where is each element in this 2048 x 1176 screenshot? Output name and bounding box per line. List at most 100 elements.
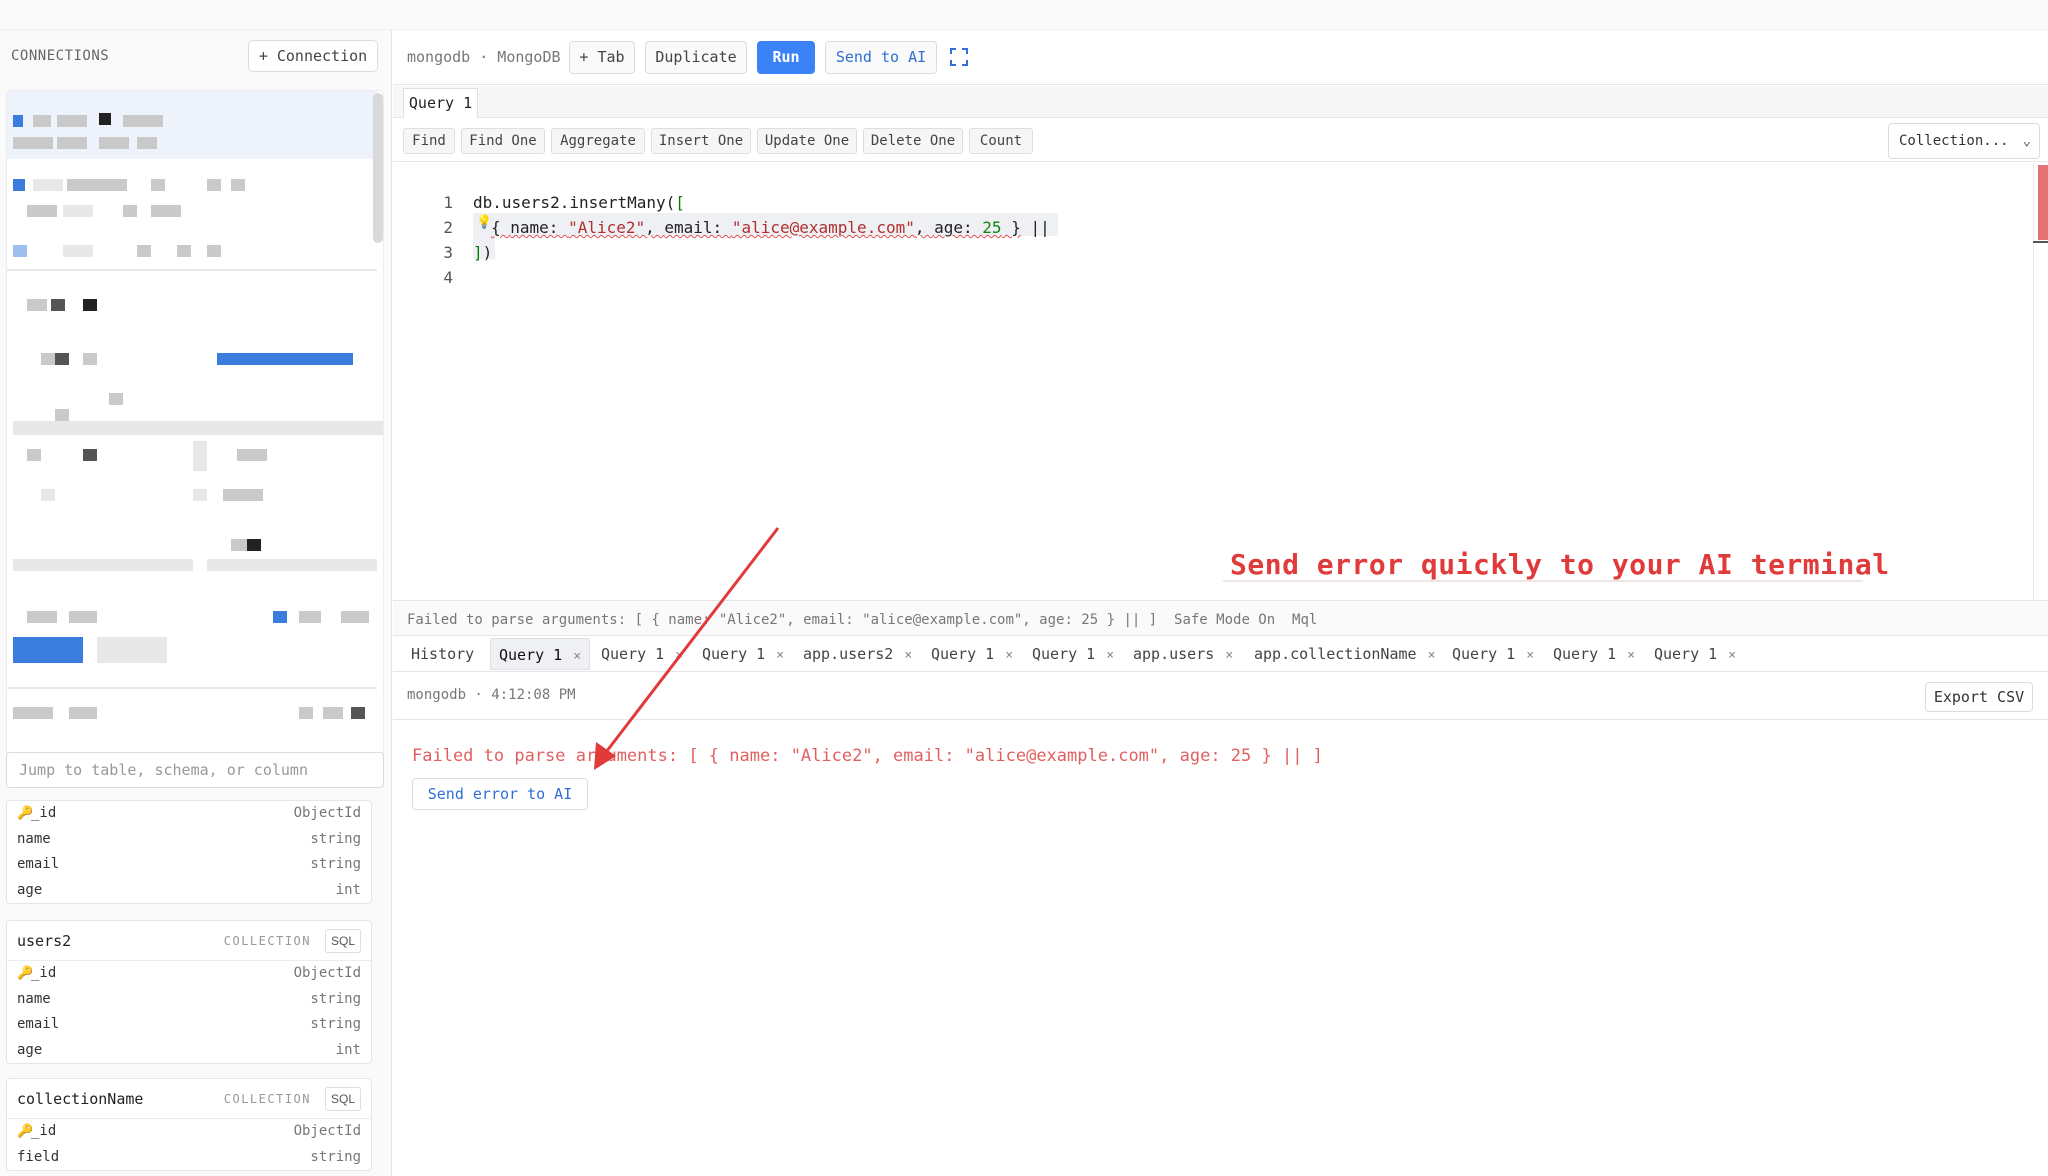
field-name: name: [17, 830, 51, 847]
field-type: int: [335, 1041, 361, 1058]
aggregate-button[interactable]: Aggregate: [551, 128, 645, 154]
result-tab-bar: History Query 1 × Query 1 × Query 1 × ap…: [393, 636, 2048, 672]
close-icon[interactable]: ×: [776, 648, 784, 663]
tab-result[interactable]: Query 1 ×: [694, 638, 792, 670]
connection-list-scrollbar[interactable]: [373, 93, 383, 243]
run-button[interactable]: Run: [757, 41, 815, 74]
duplicate-button[interactable]: Duplicate: [645, 41, 747, 74]
close-icon[interactable]: ×: [1526, 648, 1534, 663]
delete-one-button[interactable]: Delete One: [863, 128, 963, 154]
field-name: field: [17, 1148, 60, 1165]
code-editor[interactable]: 1 2 3 4 db.users2.insertMany([ 💡 { name:…: [393, 163, 2048, 600]
tab-result[interactable]: Query 1 ×: [1545, 638, 1643, 670]
close-icon[interactable]: ×: [904, 648, 912, 663]
status-text: Failed to parse arguments: [ { name: "Al…: [407, 612, 1318, 628]
send-error-to-ai-button[interactable]: Send error to AI: [412, 778, 588, 810]
close-icon[interactable]: ×: [573, 649, 581, 664]
field-name: _id: [31, 1123, 57, 1139]
lightbulb-icon[interactable]: 💡: [476, 215, 492, 231]
code-line-2: { name: "Alice2", email: "alice@example.…: [491, 218, 1050, 237]
field-row[interactable]: age int: [7, 1038, 371, 1064]
field-type: string: [310, 1016, 361, 1032]
field-name: email: [17, 856, 60, 872]
field-row[interactable]: name string: [7, 827, 371, 853]
tab-result[interactable]: Query 1 ×: [923, 638, 1021, 670]
collection-header[interactable]: collectionName COLLECTION SQL: [7, 1079, 371, 1119]
find-one-button[interactable]: Find One: [461, 128, 545, 154]
expand-icon[interactable]: [949, 47, 969, 67]
code-line-1: db.users2.insertMany([: [473, 193, 685, 212]
field-type: string: [310, 1148, 361, 1165]
tab-result[interactable]: Query 1 ×: [1444, 638, 1542, 670]
collection-card-users2: users2 COLLECTION SQL 🔑_id ObjectId name…: [6, 920, 372, 1064]
close-icon[interactable]: ×: [1728, 648, 1736, 663]
find-button[interactable]: Find: [403, 128, 455, 154]
tab-result[interactable]: Query 1 ×: [1024, 638, 1122, 670]
line-number: 3: [443, 243, 453, 262]
line-number: 1: [443, 193, 453, 212]
close-icon[interactable]: ×: [675, 648, 683, 663]
sidebar-header: CONNECTIONS + Connection: [0, 30, 392, 82]
connection-list[interactable]: [6, 90, 384, 760]
tab-query-1[interactable]: Query 1: [403, 88, 478, 118]
collection-card-collectionname: collectionName COLLECTION SQL 🔑_id Objec…: [6, 1078, 372, 1171]
field-type: ObjectId: [293, 1123, 361, 1139]
send-to-ai-button[interactable]: Send to AI: [825, 41, 937, 74]
collection-card: 🔑_id ObjectId name string email string a…: [6, 800, 372, 904]
add-connection-button[interactable]: + Connection: [248, 40, 378, 72]
field-type: string: [310, 830, 361, 847]
action-bar: Find Find One Aggregate Insert One Updat…: [393, 118, 2048, 162]
field-type: string: [310, 990, 361, 1007]
status-bar: Failed to parse arguments: [ { name: "Al…: [393, 600, 2048, 636]
export-csv-button[interactable]: Export CSV: [1925, 682, 2033, 712]
tab-result[interactable]: Query 1 ×: [490, 638, 591, 670]
count-button[interactable]: Count: [969, 128, 1033, 154]
collection-name: collectionName: [17, 1090, 144, 1108]
tab-result[interactable]: app.users2 ×: [795, 638, 920, 670]
window-top-strip: [0, 0, 2048, 30]
field-name: age: [17, 881, 43, 898]
query-tab-bar: Query 1: [393, 86, 2048, 118]
field-row[interactable]: 🔑_id ObjectId: [7, 801, 371, 827]
tab-result[interactable]: Query 1 ×: [593, 638, 691, 670]
annotation-text: Send error quickly to your AI terminal: [1230, 548, 1890, 581]
main-panel: mongodb · MongoDB + Tab Duplicate Run Se…: [393, 30, 2048, 1176]
update-one-button[interactable]: Update One: [757, 128, 857, 154]
close-icon[interactable]: ×: [1225, 648, 1233, 663]
query-toolbar: mongodb · MongoDB + Tab Duplicate Run Se…: [393, 30, 2048, 85]
field-row[interactable]: name string: [7, 987, 371, 1013]
insert-one-button[interactable]: Insert One: [651, 128, 751, 154]
key-icon: 🔑: [17, 1124, 34, 1139]
tab-result[interactable]: Query 1 ×: [1646, 638, 1744, 670]
sidebar: CONNECTIONS + Connection Jump to table, …: [0, 30, 392, 1176]
editor-scrollbar[interactable]: [2033, 163, 2034, 600]
schema-search: [6, 752, 384, 790]
field-name: _id: [31, 965, 57, 981]
jump-to-search-input[interactable]: [6, 752, 384, 788]
key-icon: 🔑: [17, 966, 34, 981]
close-icon[interactable]: ×: [1005, 648, 1013, 663]
tab-history[interactable]: History: [403, 638, 482, 670]
field-type: string: [310, 856, 361, 872]
sql-button[interactable]: SQL: [325, 929, 361, 953]
error-marker: [2038, 165, 2048, 240]
collection-header[interactable]: users2 COLLECTION SQL: [7, 921, 371, 961]
field-row[interactable]: email string: [7, 1012, 371, 1038]
field-type: ObjectId: [293, 965, 361, 981]
close-icon[interactable]: ×: [1627, 648, 1635, 663]
add-tab-button[interactable]: + Tab: [569, 41, 635, 74]
close-icon[interactable]: ×: [1428, 648, 1436, 663]
collection-select[interactable]: Collection... ⌄: [1888, 123, 2040, 159]
chevron-down-icon: ⌄: [2022, 133, 2031, 149]
field-name: _id: [31, 805, 57, 821]
sql-button[interactable]: SQL: [325, 1087, 361, 1111]
field-row[interactable]: email string: [7, 852, 371, 878]
field-row[interactable]: age int: [7, 878, 371, 904]
field-row[interactable]: 🔑_id ObjectId: [7, 1119, 371, 1145]
tab-result[interactable]: app.users ×: [1125, 638, 1241, 670]
connections-title: CONNECTIONS: [11, 48, 110, 64]
tab-result[interactable]: app.collectionName ×: [1246, 638, 1443, 670]
close-icon[interactable]: ×: [1106, 648, 1114, 663]
field-row[interactable]: 🔑_id ObjectId: [7, 961, 371, 987]
field-row[interactable]: field string: [7, 1145, 371, 1171]
